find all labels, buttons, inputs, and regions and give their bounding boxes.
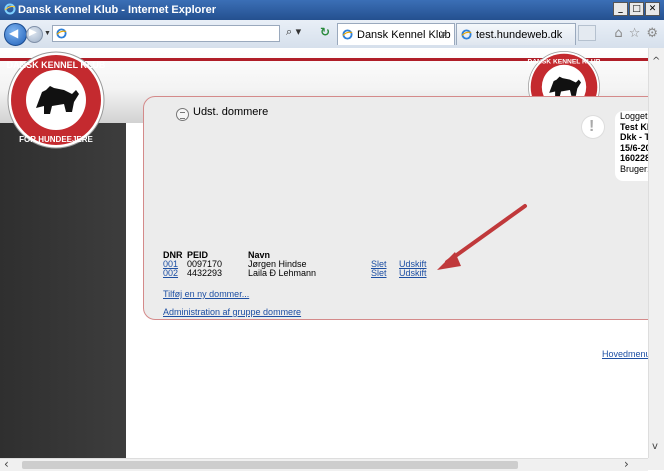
forward-button[interactable]: ▶ (26, 26, 43, 43)
section-title: Udst. dommere (193, 106, 269, 118)
main-menu-link[interactable]: Hovedmenu (602, 349, 651, 359)
left-sidebar (0, 123, 126, 458)
name-cell: Laila Ð Lehmann (248, 268, 317, 278)
tab-ie-icon (342, 29, 353, 40)
home-icon[interactable]: ⌂ (614, 26, 622, 41)
add-judge-link[interactable]: Tilføj en ny dommer... (163, 289, 249, 299)
peid-cell: 4432293 (187, 268, 223, 278)
tab-dansk-kennel-klub[interactable]: Dansk Kennel Klub ✕ (337, 23, 455, 45)
browser-window: Dansk Kennel Klub - Internet Explorer _ … (0, 0, 664, 471)
scroll-up-icon[interactable]: ^ (652, 56, 660, 67)
history-dropdown-icon[interactable]: ▼ (44, 30, 51, 37)
admin-group-judges-link[interactable]: Administration af gruppe dommere (163, 307, 301, 317)
page-ie-icon (56, 28, 67, 39)
tab-label: Dansk Kennel Klub (357, 29, 451, 41)
new-tab-button[interactable] (578, 25, 596, 41)
close-window-button[interactable]: ✕ (645, 2, 660, 16)
window-controls: _ □ ✕ (613, 2, 660, 16)
minimize-button[interactable]: _ (613, 2, 628, 16)
address-bar[interactable] (52, 25, 280, 42)
title-bar: Dansk Kennel Klub - Internet Explorer _ … (0, 0, 664, 20)
delete-link[interactable]: Slet (371, 268, 387, 278)
dkk-logo-left[interactable]: DANSK KENNEL KLUB FOR HUNDEEJERE (6, 50, 106, 150)
logo-bottom-text: FOR HUNDEEJERE (19, 135, 93, 144)
scroll-left-icon[interactable]: ‹ (4, 457, 9, 471)
horizontal-scroll-thumb[interactable] (22, 461, 518, 469)
logo-top-text: DANSK KENNEL KLUB (7, 60, 106, 70)
horizontal-scrollbar[interactable]: ‹ › (0, 457, 648, 471)
favorites-star-icon[interactable]: ☆ (629, 26, 641, 41)
dnr-link[interactable]: 002 (163, 268, 178, 278)
tab-label: test.hundeweb.dk (476, 29, 563, 41)
forward-arrow-icon: ▶ (29, 27, 37, 38)
scroll-right-icon[interactable]: › (624, 457, 629, 471)
refresh-icon[interactable]: ↻ (320, 25, 330, 39)
close-tab-icon[interactable]: ✕ (439, 28, 448, 41)
search-dropdown-icon[interactable]: ⌕ ▾ (286, 25, 314, 42)
window-title: Dansk Kennel Klub - Internet Explorer (18, 4, 217, 16)
document-icon (176, 108, 189, 121)
tab-ie-icon (461, 29, 472, 40)
maximize-button[interactable]: □ (629, 2, 644, 16)
back-button[interactable]: ◀ (4, 23, 27, 46)
navigation-bar: ◀ ▶ ▼ ⌕ ▾ ↻ Dansk Kennel Klub ✕ test.hun… (0, 20, 664, 49)
tab-test-hundeweb[interactable]: test.hundeweb.dk (456, 23, 576, 45)
gear-icon[interactable]: ⚙ (646, 26, 658, 41)
vertical-scrollbar[interactable]: ^ v (648, 48, 664, 458)
ie-logo-icon (4, 3, 16, 15)
scrollbar-corner (648, 458, 664, 470)
toolbar-icons: ⌂ ☆ ⚙ (614, 26, 658, 41)
back-arrow-icon: ◀ (9, 26, 19, 40)
logo-top-text: DANSK KENNEL KLUB (527, 58, 600, 65)
scroll-down-icon[interactable]: v (652, 441, 658, 452)
replace-link[interactable]: Udskift (399, 268, 427, 278)
annotation-arrow (437, 204, 527, 270)
exclamation-icon: ! (582, 116, 604, 138)
